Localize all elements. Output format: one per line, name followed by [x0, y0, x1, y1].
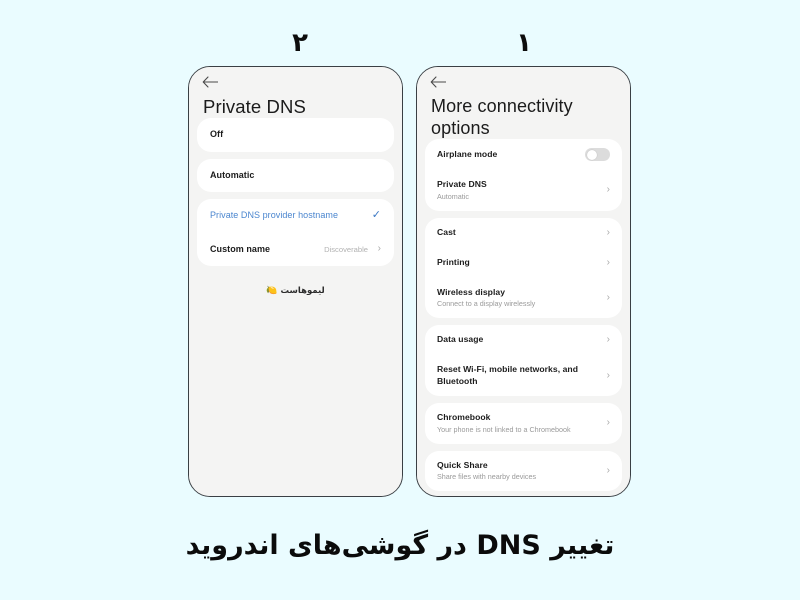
- settings-card-group: Off: [197, 118, 394, 152]
- settings-card-group: Data usage › Reset Wi-Fi, mobile networks,…: [425, 325, 622, 396]
- settings-row-texts: Automatic: [210, 170, 381, 182]
- phone-screen-right: More connectivity options Airplane mode P…: [417, 67, 630, 496]
- settings-card-group: Automatic: [197, 158, 394, 193]
- settings-row[interactable]: Automatic: [197, 159, 394, 193]
- settings-row-texts: Wireless display Connect to a display wir…: [437, 287, 602, 310]
- settings-row[interactable]: Chromebook Your phone is not linked to a …: [425, 403, 622, 444]
- right-topbar: [417, 67, 630, 93]
- chevron-right-icon: ›: [606, 226, 610, 238]
- settings-row-texts: Off: [210, 129, 381, 141]
- settings-row[interactable]: Printing ›: [425, 248, 622, 278]
- settings-row[interactable]: Cast ›: [425, 218, 622, 248]
- watermark-text: لیموهاست: [280, 286, 325, 296]
- settings-card-group: Airplane mode Private DNS Automatic ›: [425, 139, 622, 211]
- settings-row-subtitle: Your phone is not linked to a Chromebook: [437, 424, 571, 434]
- settings-row-title: Off: [210, 129, 224, 139]
- settings-row-texts: Printing: [437, 257, 602, 269]
- settings-card-group: Quick Share Share files with nearby devic…: [425, 450, 622, 492]
- settings-row-title: Airplane mode: [437, 148, 498, 159]
- settings-row-title: Cast: [437, 226, 456, 237]
- settings-row-title: Wireless display: [437, 286, 506, 297]
- watermark: لیموهاست 🍋: [189, 286, 402, 296]
- settings-row-texts: Private DNS provider hostname: [210, 210, 369, 222]
- settings-row[interactable]: Reset Wi-Fi, mobile networks, and Blueto…: [425, 355, 622, 396]
- phone-mockup-more-connectivity: More connectivity options Airplane mode P…: [416, 66, 631, 497]
- left-topbar: [189, 67, 402, 93]
- back-arrow-icon[interactable]: [430, 75, 447, 89]
- settings-row[interactable]: Wireless display Connect to a display wir…: [425, 278, 622, 319]
- settings-row-texts: Reset Wi-Fi, mobile networks, and Blueto…: [437, 364, 602, 387]
- step-number-two: ۲: [292, 28, 308, 58]
- settings-row-title: Quick Share: [437, 459, 488, 470]
- chevron-right-icon: ›: [606, 334, 610, 345]
- settings-row-value: Discoverable: [324, 244, 368, 254]
- phone-screen-left: Private DNS Off Automatic Private DNS prov…: [189, 67, 402, 496]
- settings-row-texts: Data usage: [437, 334, 602, 346]
- page-title-right: More connectivity options: [431, 96, 573, 138]
- settings-row-title: Chromebook: [437, 412, 491, 422]
- chevron-right-icon: ›: [606, 464, 610, 476]
- settings-row[interactable]: Off: [197, 118, 394, 152]
- settings-row-texts: Cast: [437, 227, 602, 239]
- settings-row-subtitle: Share files with nearby devices: [437, 472, 537, 481]
- settings-row[interactable]: Private DNS Automatic ›: [425, 170, 622, 211]
- settings-row-texts: Chromebook Your phone is not linked to a …: [437, 412, 602, 435]
- page-caption: تغییر DNS در گوشی‌های اندروید: [185, 530, 615, 561]
- check-icon: ✓: [371, 209, 381, 222]
- chevron-right-icon: ›: [606, 417, 610, 429]
- settings-row-title: Printing: [437, 256, 470, 267]
- chevron-right-icon: ›: [606, 256, 610, 268]
- settings-row-subtitle: Automatic: [437, 191, 469, 201]
- settings-row-texts: Custom name: [210, 244, 324, 256]
- settings-row[interactable]: Custom name Discoverable ›: [197, 233, 394, 267]
- settings-row-texts: Private DNS Automatic: [437, 179, 602, 202]
- settings-row-texts: Quick Share Share files with nearby devic…: [437, 460, 602, 483]
- toggle-knob: [586, 149, 597, 160]
- settings-row-title: Automatic: [210, 169, 255, 180]
- phone-mockup-private-dns: Private DNS Off Automatic Private DNS prov…: [188, 66, 403, 497]
- lemon-icon: 🍋: [266, 286, 278, 296]
- page-title-left: Private DNS: [203, 96, 306, 117]
- chevron-right-icon: ›: [377, 243, 381, 255]
- settings-row[interactable]: Data usage ›: [425, 325, 622, 355]
- step-number-one: ۱: [516, 28, 532, 58]
- settings-list-left: Off Automatic Private DNS provider hostnam…: [189, 118, 402, 266]
- settings-row-title: Custom name: [210, 243, 271, 254]
- settings-card-group: Chromebook Your phone is not linked to a …: [425, 403, 622, 444]
- settings-row-title: Reset Wi-Fi, mobile networks, and Blueto…: [437, 364, 579, 386]
- back-arrow-icon[interactable]: [202, 75, 219, 89]
- settings-row-title: Private DNS: [437, 179, 487, 189]
- chevron-right-icon: ›: [606, 369, 610, 381]
- settings-row-subtitle: Connect to a display wirelessly: [437, 299, 536, 308]
- airplane-mode-toggle[interactable]: [585, 148, 610, 161]
- settings-card-group: Private DNS provider hostname ✓ Custom nam…: [197, 199, 394, 266]
- settings-row[interactable]: Airplane mode: [425, 139, 622, 170]
- settings-card-group: Cast › Printing › Wireless display Connect to…: [425, 217, 622, 319]
- settings-row[interactable]: Private DNS provider hostname ✓: [197, 199, 394, 233]
- settings-row[interactable]: Quick Share Share files with nearby devic…: [425, 451, 622, 492]
- chevron-right-icon: ›: [606, 291, 610, 303]
- chevron-right-icon: ›: [606, 184, 610, 196]
- settings-row-title: Data usage: [437, 334, 484, 345]
- settings-row-texts: Airplane mode: [437, 149, 585, 161]
- settings-row-title: Private DNS provider hostname: [210, 210, 339, 220]
- settings-list-right: Airplane mode Private DNS Automatic › Cast › P…: [417, 139, 630, 491]
